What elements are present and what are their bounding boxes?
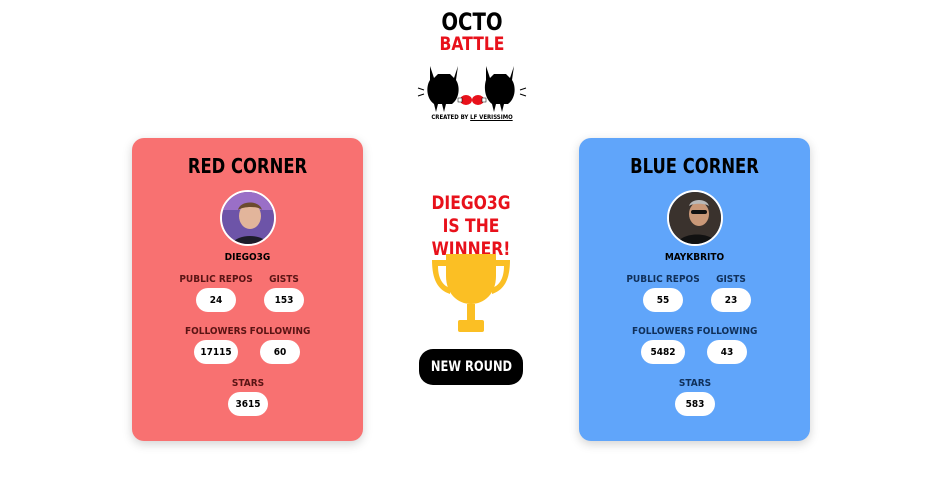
logo-credit: CREATED BY LF VERISSIMO <box>431 114 513 121</box>
blue-following-value: 43 <box>707 340 747 364</box>
red-following-label: FOLLOWING <box>249 326 311 337</box>
winner-name: DIEGO3G <box>431 192 511 214</box>
blue-corner-title: BLUE CORNER <box>630 154 759 178</box>
red-username: DIEGO3G <box>224 252 271 263</box>
avatar-image <box>222 192 274 244</box>
new-round-button[interactable]: NEW ROUND <box>419 349 523 385</box>
red-stars-label: STARS <box>231 378 265 389</box>
credit-author-link[interactable]: LF VERISSIMO <box>470 114 513 121</box>
logo-title-octo: OCTO <box>441 8 503 36</box>
winner-announcement: DIEGO3G IS THE WINNER! <box>401 192 540 261</box>
blue-username: MAYKBRITO <box>664 252 725 263</box>
red-corner-title: RED CORNER <box>187 154 308 178</box>
red-gists-label: GISTS <box>269 274 299 285</box>
red-gists-value: 153 <box>264 288 304 312</box>
blue-corner-card: BLUE CORNER MAYKBRITO PUBLIC REPOS 55 GI… <box>579 138 810 441</box>
blue-stars-label: STARS <box>678 378 712 389</box>
logo-title-battle: BATTLE <box>439 33 505 55</box>
app-logo: OCTO BATTLE CREATED BY LF VERISSIMO <box>416 10 528 126</box>
boxing-octocats-icon <box>417 66 527 112</box>
blue-following-label: FOLLOWING <box>696 326 758 337</box>
blue-followers-value: 5482 <box>641 340 685 364</box>
blue-gists-label: GISTS <box>716 274 746 285</box>
avatar <box>220 190 276 246</box>
red-following-value: 60 <box>260 340 300 364</box>
red-corner-card: RED CORNER DIEGO3G PUBLIC REPOS 24 GISTS… <box>132 138 363 441</box>
red-stars-value: 3615 <box>228 392 268 416</box>
blue-stars-value: 583 <box>675 392 715 416</box>
red-repos-value: 24 <box>196 288 236 312</box>
blue-repos-value: 55 <box>643 288 683 312</box>
avatar <box>667 190 723 246</box>
avatar-image <box>669 192 721 244</box>
trophy-icon <box>432 254 510 332</box>
blue-gists-value: 23 <box>711 288 751 312</box>
red-followers-value: 17115 <box>194 340 238 364</box>
